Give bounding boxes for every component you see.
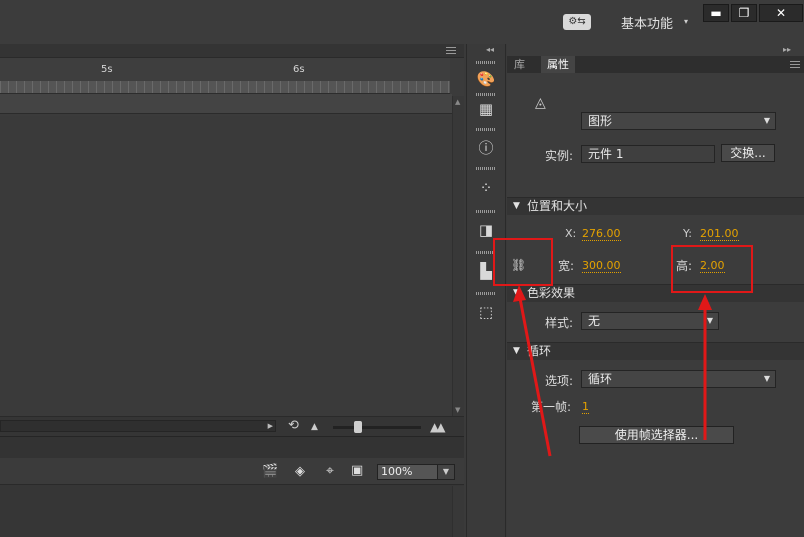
annotation-arrowhead: [513, 285, 526, 302]
annotation-arrow: [517, 292, 552, 457]
annotation-arrows: [513, 285, 712, 457]
annotation-arrowhead: [698, 294, 712, 310]
